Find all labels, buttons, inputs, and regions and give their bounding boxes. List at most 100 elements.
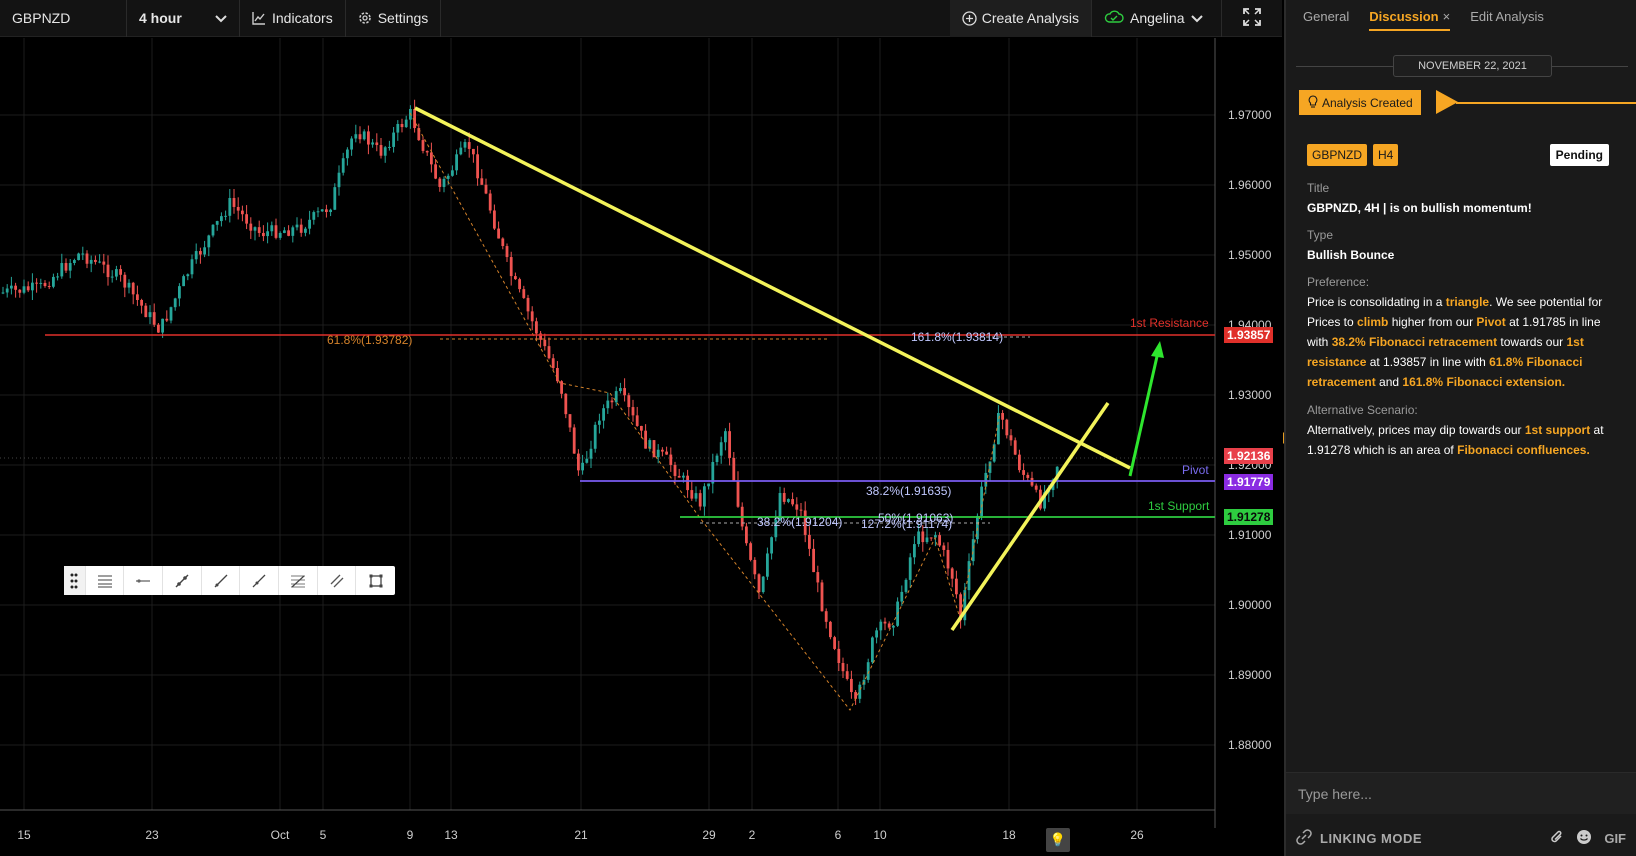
candle-body (488, 193, 492, 211)
tab-general[interactable]: General (1303, 9, 1349, 24)
horizontal-lines-icon[interactable] (86, 566, 125, 595)
candle-body (522, 289, 526, 298)
candle-body (665, 451, 668, 455)
candle-body (379, 145, 383, 156)
candle-body (85, 253, 89, 264)
candle-body (459, 147, 463, 155)
candle-body (249, 223, 253, 231)
date-separator: NOVEMBER 22, 2021 (1393, 55, 1552, 77)
current-price-tag: 1.92136 (1224, 448, 1274, 464)
user-menu[interactable]: Angelina (1092, 0, 1222, 37)
candle-body (446, 175, 450, 179)
price-tick: 1.93000 (1228, 388, 1272, 402)
candle-body (467, 142, 471, 149)
fib-levels-icon[interactable] (279, 566, 318, 595)
ray-icon[interactable] (240, 566, 280, 595)
candle-body (119, 269, 122, 275)
candle-body (236, 206, 240, 211)
candle-body (593, 424, 597, 449)
tab-edit-analysis[interactable]: Edit Analysis (1470, 9, 1544, 24)
alternative-text: Alternatively, prices may dip towards ou… (1307, 420, 1607, 460)
parallel-channel-icon[interactable] (318, 566, 357, 595)
price-tick: 1.90000 (1228, 598, 1272, 612)
candle-body (52, 276, 55, 287)
candle-body (623, 388, 626, 396)
fib-1272-label: 127.2%(1.91174) (861, 517, 953, 531)
interval-label: 4 hour (139, 10, 182, 26)
tab-discussion[interactable]: Discussion × (1369, 8, 1451, 31)
candle-body (619, 388, 622, 392)
candle-body (845, 671, 849, 679)
status-badge: Pending (1549, 144, 1609, 166)
candle-body (908, 557, 912, 580)
price-chart[interactable]: 1.97000 1.96000 1.95000 1.94000 1.93000 … (0, 38, 1282, 852)
candle-body (677, 475, 681, 478)
candle-body (661, 449, 664, 452)
candle-body (455, 154, 458, 171)
candle-body (472, 148, 475, 155)
candle-body (194, 251, 198, 260)
date-tick: Oct (270, 828, 290, 842)
gif-button[interactable]: GIF (1604, 831, 1626, 846)
candle-body (476, 154, 479, 179)
candle-body (203, 247, 206, 255)
candle-body (824, 611, 828, 622)
tab-discussion-label: Discussion (1369, 8, 1439, 24)
symbol-selector[interactable]: GBPNZD (0, 0, 127, 37)
banner-arrow (1436, 90, 1458, 114)
candle-body (215, 221, 219, 225)
date-tick: 29 (702, 828, 716, 842)
candle-body (291, 227, 295, 236)
candle-body (337, 172, 341, 188)
chart-toolbar: GBPNZD 4 hour Indicators Settings Create… (0, 0, 1282, 37)
lightbulb-icon[interactable]: 💡 (1046, 828, 1070, 852)
body-text: higher from our (1388, 315, 1477, 329)
fib-zigzag (409, 112, 1001, 711)
candle-body (295, 224, 299, 228)
line-icon[interactable] (202, 566, 241, 595)
linking-mode-toggle[interactable]: LINKING MODE (1296, 828, 1422, 848)
candle-body (169, 307, 173, 321)
chart-canvas[interactable] (0, 38, 1282, 828)
interval-selector[interactable]: 4 hour (127, 0, 240, 37)
drag-handle-icon[interactable] (64, 566, 86, 595)
candle-body (921, 531, 925, 543)
candle-body (60, 263, 64, 277)
highlight-text: 1st support (1524, 423, 1591, 437)
message-input[interactable] (1286, 773, 1636, 814)
indicators-button[interactable]: Indicators (240, 0, 346, 37)
fullscreen-button[interactable] (1222, 0, 1282, 37)
candle-body (325, 209, 328, 213)
candle-body (26, 286, 30, 291)
horizontal-ray-icon[interactable] (124, 566, 164, 595)
arrow-head (1151, 341, 1164, 358)
candle-body (782, 493, 786, 502)
settings-button[interactable]: Settings (346, 0, 442, 37)
candle-body (224, 215, 227, 217)
close-icon[interactable]: × (1443, 9, 1451, 24)
candle-body (938, 535, 941, 546)
candle-body (925, 537, 929, 543)
type-value: Bullish Bounce (1307, 248, 1395, 262)
candle-body (371, 142, 374, 145)
fib-382-label: 38.2%(1.91635) (866, 484, 952, 498)
user-name: Angelina (1130, 10, 1185, 26)
candle-body (182, 276, 185, 287)
candle-body (837, 648, 841, 663)
rectangle-icon[interactable] (356, 566, 395, 595)
trend-line-icon[interactable] (163, 566, 202, 595)
attachment-icon[interactable] (1550, 829, 1564, 848)
candle-body (732, 457, 736, 482)
candle-body (451, 170, 454, 176)
candle-body (501, 238, 505, 247)
candle-body (404, 119, 408, 128)
candle-body (77, 253, 80, 261)
candle-body (388, 146, 391, 148)
emoji-icon[interactable] (1576, 829, 1592, 848)
fib-618-label: 61.8%(1.93782) (327, 333, 413, 347)
candle-body (791, 499, 794, 505)
candle-body (350, 138, 353, 150)
candle-body (232, 198, 236, 207)
create-analysis-button[interactable]: Create Analysis (949, 0, 1092, 37)
candle-body (316, 211, 320, 213)
